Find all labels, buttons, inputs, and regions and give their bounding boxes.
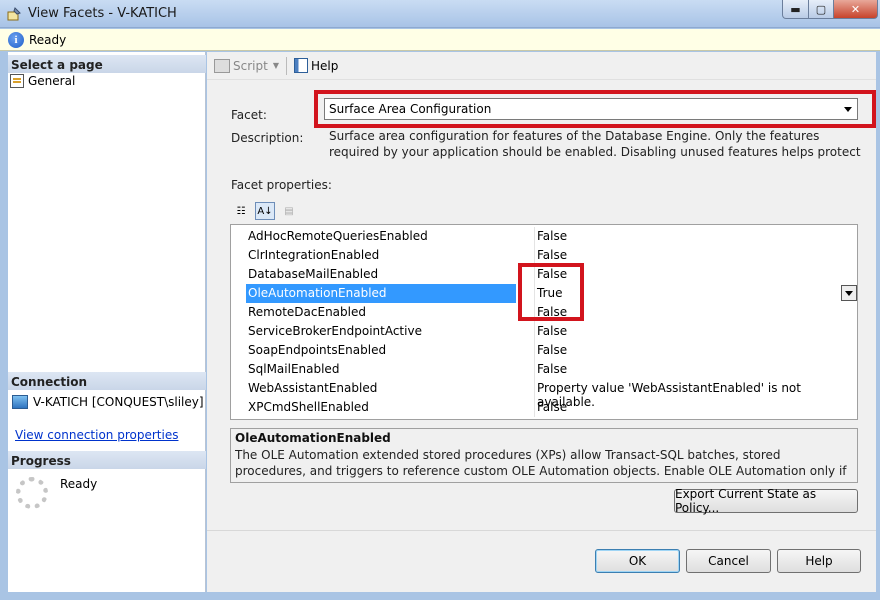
info-icon: i [8, 31, 24, 48]
facet-properties-label: Facet properties: [231, 178, 332, 192]
property-value[interactable]: False [534, 341, 857, 360]
value-dropdown-button[interactable] [841, 285, 857, 301]
property-name: AdHocRemoteQueriesEnabled [248, 229, 428, 243]
property-name: SoapEndpointsEnabled [248, 343, 387, 357]
maximize-button[interactable]: ▢ [808, 0, 834, 19]
progress-spinner-icon [16, 477, 48, 509]
connection-item: V-KATICH [CONQUEST\sliley] [12, 395, 204, 409]
ok-button[interactable]: OK [595, 549, 680, 573]
script-icon [214, 58, 230, 73]
property-value[interactable]: False [534, 398, 857, 417]
toolbar-divider [285, 56, 287, 75]
property-name: WebAssistantEnabled [248, 381, 378, 395]
help-button[interactable]: Help [777, 549, 861, 573]
help-label: Help [310, 58, 339, 73]
table-row[interactable]: WebAssistantEnabled Property value 'WebA… [231, 379, 857, 409]
page-item-label: General [28, 74, 76, 88]
button-bar-divider [207, 530, 876, 531]
view-connection-properties-link[interactable]: View connection properties [15, 428, 178, 442]
property-name: RemoteDacEnabled [248, 305, 366, 319]
help-book-icon [293, 58, 308, 73]
script-label: Script [233, 58, 268, 73]
page-item-general[interactable]: General [10, 74, 75, 88]
property-value[interactable]: False [534, 227, 857, 246]
table-row[interactable]: SoapEndpointsEnabled False [231, 341, 857, 360]
highlight-box-values [518, 263, 584, 321]
sort-az-icon: A↓ [257, 205, 273, 217]
table-row[interactable]: ServiceBrokerEndpointActive False [231, 322, 857, 341]
property-view-toolbar: ☷ A↓ ▤ [231, 202, 299, 220]
progress-status: Ready [60, 477, 98, 491]
property-name: SqlMailEnabled [248, 362, 340, 376]
property-value[interactable]: Property value 'WebAssistantEnabled' is … [534, 379, 857, 409]
status-text: Ready [29, 32, 67, 47]
property-name: ServiceBrokerEndpointActive [248, 324, 422, 338]
table-row[interactable]: XPCmdShellEnabled False [231, 398, 857, 417]
property-name: DatabaseMailEnabled [248, 267, 379, 281]
description-label: Description: [231, 131, 304, 145]
connection-name: V-KATICH [CONQUEST\sliley] [33, 395, 204, 409]
highlight-box-facet [314, 90, 876, 128]
property-help-panel: OleAutomationEnabled The OLE Automation … [230, 428, 858, 483]
property-name: ClrIntegrationEnabled [248, 248, 380, 262]
view-facets-icon [7, 7, 21, 21]
left-panel: Select a page General Connection V-KATIC… [8, 52, 206, 592]
property-name: XPCmdShellEnabled [248, 400, 369, 414]
property-pages-icon: ▤ [284, 205, 294, 217]
facet-description: Surface area configuration for features … [329, 129, 861, 159]
close-icon: ✕ [850, 2, 861, 16]
minimize-button[interactable]: ▬ [782, 0, 809, 19]
categorized-icon: ☷ [236, 205, 246, 217]
progress-header: Progress [8, 451, 206, 469]
alphabetical-view-button[interactable]: A↓ [255, 202, 275, 220]
server-icon [12, 395, 28, 409]
title-bar: View Facets - V-KATICH ▬ ▢ ✕ [0, 0, 880, 28]
property-help-title: OleAutomationEnabled [235, 431, 391, 445]
minimize-icon: ▬ [790, 2, 801, 16]
cancel-button[interactable]: Cancel [686, 549, 771, 573]
progress-item: Ready [16, 477, 97, 509]
property-help-text: The OLE Automation extended stored proce… [235, 448, 847, 478]
property-value[interactable]: False [534, 360, 857, 379]
property-pages-button[interactable]: ▤ [279, 202, 299, 220]
connection-header: Connection [8, 372, 206, 390]
maximize-icon: ▢ [815, 2, 827, 16]
facet-label: Facet: [231, 108, 267, 122]
close-button[interactable]: ✕ [833, 0, 878, 19]
table-row[interactable]: AdHocRemoteQueriesEnabled False [231, 227, 857, 246]
chevron-down-icon[interactable]: ▼ [273, 61, 279, 70]
main-panel: Script ▼ Help Facet: Surface Area Config… [207, 52, 876, 592]
property-grid: AdHocRemoteQueriesEnabled False ClrInteg… [230, 224, 858, 420]
help-toolbar-button[interactable]: Help [291, 56, 341, 75]
script-button[interactable]: Script ▼ [211, 57, 282, 75]
property-value[interactable]: False [534, 322, 857, 341]
status-bar: i Ready [0, 29, 880, 51]
export-policy-button[interactable]: Export Current State as Policy... [674, 487, 858, 515]
table-row[interactable]: SqlMailEnabled False [231, 360, 857, 379]
select-page-header: Select a page [8, 55, 206, 73]
categorized-view-button[interactable]: ☷ [231, 202, 251, 220]
general-page-icon [10, 74, 24, 88]
toolbar: Script ▼ Help [207, 52, 876, 80]
window-title: View Facets - V-KATICH [28, 6, 177, 21]
property-name: OleAutomationEnabled [246, 284, 516, 303]
